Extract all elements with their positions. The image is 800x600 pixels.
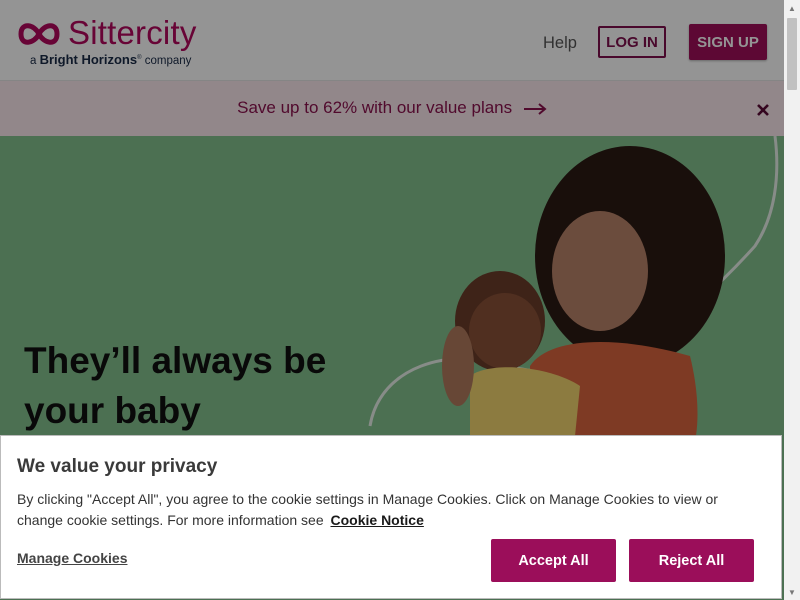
- reject-all-button[interactable]: Reject All: [629, 539, 754, 582]
- cookie-banner-text: By clicking "Accept All", you agree to t…: [17, 489, 757, 531]
- cookie-notice-link[interactable]: Cookie Notice: [331, 512, 424, 528]
- scrollbar-thumb[interactable]: [787, 18, 797, 90]
- manage-cookies-link[interactable]: Manage Cookies: [17, 550, 127, 566]
- scroll-down-icon[interactable]: ▼: [784, 584, 800, 600]
- accept-all-button[interactable]: Accept All: [491, 539, 616, 582]
- cookie-banner: We value your privacy By clicking "Accep…: [0, 435, 782, 599]
- cookie-banner-title: We value your privacy: [17, 456, 218, 477]
- scroll-up-icon[interactable]: ▲: [784, 0, 800, 16]
- page-scrollbar[interactable]: ▲ ▼: [784, 0, 800, 600]
